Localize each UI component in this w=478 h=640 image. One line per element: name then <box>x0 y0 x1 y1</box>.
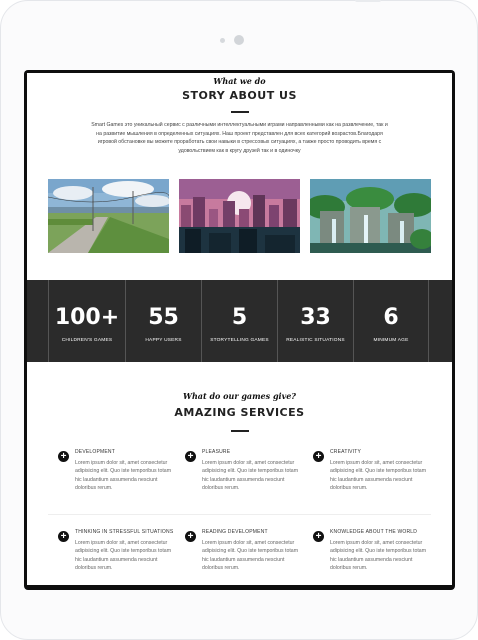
stat-value: 5 <box>231 305 248 330</box>
services-separator <box>48 514 431 515</box>
stat-minimum-age: 6 MINIMUM AGE <box>353 280 429 362</box>
service-text: Lorem ipsum dolor sit, amet consectetur … <box>75 460 172 492</box>
gallery <box>48 179 431 253</box>
about-section: What we do STORY ABOUT US Smart Games эт… <box>27 76 452 155</box>
about-divider <box>230 111 249 113</box>
stat-value: 55 <box>148 305 179 330</box>
stat-value: 33 <box>300 305 331 330</box>
about-subtitle: What we do <box>213 76 266 86</box>
stat-realistic-situations: 33 REALISTIC SITUATIONS <box>277 280 353 362</box>
services-subtitle: What do our games give? <box>182 391 296 401</box>
service-text: Lorem ipsum dolor sit, amet consectetur … <box>75 540 172 572</box>
about-description: Smart Games это уникальный сервис с разл… <box>91 122 388 154</box>
service-title: CREATIVITY <box>330 449 362 455</box>
stat-happy-users: 55 HAPPY USERS <box>125 280 201 362</box>
service-text: Lorem ipsum dolor sit, amet consectetur … <box>202 540 299 572</box>
stat-value: 6 <box>383 305 399 330</box>
about-title: STORY ABOUT US <box>182 89 297 102</box>
plus-circle-icon: + <box>313 531 324 542</box>
sensor-dot <box>220 38 225 43</box>
plus-circle-icon: + <box>313 451 324 462</box>
stat-label: MINIMUM AGE <box>373 338 409 343</box>
services-heading: What do our games give? AMAZING SERVICES <box>27 391 452 432</box>
plus-circle-icon: + <box>58 451 69 462</box>
plus-circle-icon: + <box>185 451 196 462</box>
device-notch <box>355 0 381 2</box>
service-text: Lorem ipsum dolor sit, amet consectetur … <box>330 460 427 492</box>
service-text: Lorem ipsum dolor sit, amet consectetur … <box>330 540 427 572</box>
stat-label: STORYTELLING GAMES <box>210 338 269 343</box>
stat-label: CHILDREN'S GAMES <box>61 338 113 343</box>
service-title: READING DEVELOPMENT <box>202 529 268 535</box>
service-title: PLEASURE <box>202 449 231 455</box>
stat-label: REALISTIC SITUATIONS <box>286 338 345 343</box>
pixel-art-city-sunset-image <box>179 179 300 253</box>
services-divider <box>230 430 249 432</box>
plus-circle-icon: + <box>58 531 69 542</box>
stats-band: 100+ CHILDREN'S GAMES 55 HAPPY USERS 5 S… <box>27 280 452 362</box>
stat-value: 100+ <box>54 305 120 330</box>
service-title: DEVELOPMENT <box>75 449 115 455</box>
camera-icon <box>234 35 244 45</box>
service-title: THINKING IN STRESSFUL SITUATIONS <box>75 529 174 535</box>
pixel-art-countryside-road-image <box>48 179 169 253</box>
service-title: KNOWLEDGE ABOUT THE WORLD <box>330 529 418 535</box>
stat-childrens-games: 100+ CHILDREN'S GAMES <box>48 280 125 362</box>
pixel-art-jungle-waterfall-image <box>310 179 431 253</box>
plus-circle-icon: + <box>185 531 196 542</box>
stat-label: HAPPY USERS <box>145 338 182 343</box>
service-text: Lorem ipsum dolor sit, amet consectetur … <box>202 460 299 492</box>
services-title: AMAZING SERVICES <box>174 406 305 419</box>
stat-storytelling-games: 5 STORYTELLING GAMES <box>201 280 277 362</box>
page-content: What we do STORY ABOUT US Smart Games эт… <box>27 73 452 585</box>
